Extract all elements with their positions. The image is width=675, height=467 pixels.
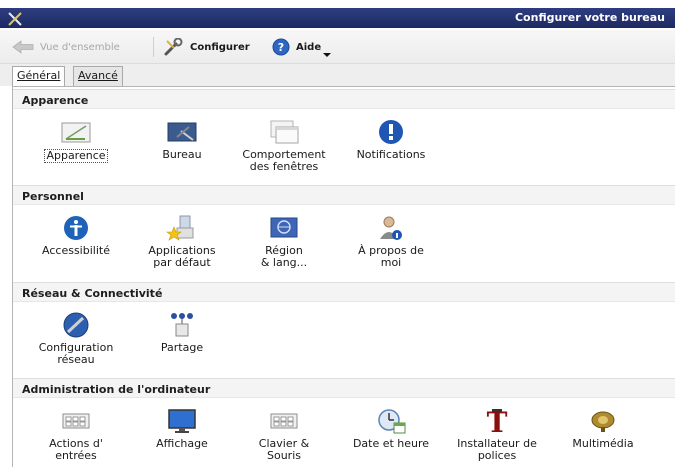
back-arrow-icon <box>12 40 34 54</box>
sharing-icon <box>171 313 193 337</box>
network-settings-icon <box>63 312 89 338</box>
font-installer-icon: T <box>487 406 508 436</box>
help-label: Aide <box>296 41 322 53</box>
module-font-installer-label: Installateur de polices <box>457 437 537 462</box>
tab-general[interactable]: Général <box>12 66 66 87</box>
notifications-icon <box>379 120 403 144</box>
section-personal: Personnel Accessibilité Applications par… <box>13 185 675 275</box>
wrench-screwdriver-icon <box>164 38 183 56</box>
region-language-icon <box>270 217 298 238</box>
windows-icon <box>270 120 299 144</box>
appearance-icon <box>61 122 91 143</box>
module-keyboard-mouse-label: Clavier & Souris <box>258 437 310 462</box>
accessibility-icon <box>64 216 88 240</box>
module-appearance[interactable]: Apparence <box>26 117 126 163</box>
module-sharing-label: Partage <box>160 341 204 354</box>
module-sharing[interactable]: Partage <box>132 310 232 354</box>
module-multimedia-label: Multimédia <box>572 437 634 450</box>
section-network: Réseau & Connectivité Configuration rése… <box>13 282 675 372</box>
overview-button[interactable]: Vue d'ensemble <box>12 38 120 56</box>
help-dropdown-arrow-icon[interactable] <box>323 53 331 57</box>
module-about-me-label: À propos de moi <box>358 244 424 269</box>
input-actions-icon <box>62 413 90 429</box>
module-input-actions-label: Actions d' entrées <box>49 437 103 462</box>
window-title: Configurer votre bureau <box>514 11 665 24</box>
tab-general-label: Général <box>17 69 61 82</box>
module-network-settings-label: Configuration réseau <box>38 341 114 366</box>
module-notifications[interactable]: Notifications <box>341 117 441 161</box>
module-about-me[interactable]: À propos de moi <box>341 213 441 269</box>
section-header: Administration de l'ordinateur <box>13 378 675 398</box>
section-header: Apparence <box>13 89 675 109</box>
module-region-language-label: Région & lang... <box>260 244 308 269</box>
module-default-applications-label: Applications par défaut <box>148 244 216 269</box>
module-accessibility[interactable]: Accessibilité <box>26 213 126 257</box>
title-bar-strip: Configurer votre bureau <box>0 8 675 28</box>
module-appearance-label: Apparence <box>44 149 108 163</box>
module-network-settings[interactable]: Configuration réseau <box>26 310 126 366</box>
toolbar-separator <box>153 37 154 57</box>
module-notifications-label: Notifications <box>356 148 426 161</box>
title-bar: Configurer votre bureau <box>0 0 675 30</box>
section-items: Configuration réseau Partage <box>13 302 675 372</box>
help-icon: ? <box>272 38 290 56</box>
help-button[interactable]: ? Aide <box>272 38 321 56</box>
module-desktop-label: Bureau <box>162 148 202 161</box>
module-default-applications[interactable]: Applications par défaut <box>132 213 232 269</box>
toolbar: Vue d'ensemble Configurer ? Aide <box>0 30 675 64</box>
module-accessibility-label: Accessibilité <box>42 244 110 257</box>
tab-bar: Général Avancé <box>0 64 675 87</box>
module-multimedia[interactable]: Multimédia <box>553 406 653 450</box>
overview-label: Vue d'ensemble <box>40 41 120 53</box>
section-items: Actions d' entrées Affichage Clavier & S… <box>13 398 675 467</box>
module-date-time-label: Date et heure <box>352 437 430 450</box>
section-header: Réseau & Connectivité <box>13 282 675 302</box>
module-input-actions[interactable]: Actions d' entrées <box>26 406 126 462</box>
about-me-icon <box>380 216 402 240</box>
module-region-language[interactable]: Région & lang... <box>234 213 334 269</box>
module-date-time[interactable]: Date et heure <box>341 406 441 450</box>
tab-advanced-label: Avancé <box>78 69 118 82</box>
configure-label: Configurer <box>190 41 250 53</box>
display-icon <box>168 409 196 433</box>
section-header: Personnel <box>13 185 675 205</box>
section-items: Accessibilité Applications par défaut Ré… <box>13 205 675 275</box>
tools-icon[interactable] <box>6 10 24 28</box>
module-window-behavior[interactable]: Comportement des fenêtres <box>234 117 334 173</box>
svg-text:?: ? <box>278 41 284 54</box>
section-appearance: Apparence Apparence Bureau Comportement … <box>13 89 675 179</box>
multimedia-icon <box>591 411 615 432</box>
section-system-administration: Administration de l'ordinateur Actions d… <box>13 378 675 467</box>
settings-content: Apparence Apparence Bureau Comportement … <box>12 86 675 467</box>
section-items: Apparence Bureau Comportement des fenêtr… <box>13 109 675 179</box>
keyboard-mouse-icon <box>270 413 298 429</box>
default-applications-icon <box>166 215 194 241</box>
desktop-icon <box>167 122 197 142</box>
module-window-behavior-label: Comportement des fenêtres <box>242 148 326 173</box>
module-keyboard-mouse[interactable]: Clavier & Souris <box>234 406 334 462</box>
module-font-installer[interactable]: T Installateur de polices <box>447 406 547 462</box>
date-time-icon <box>378 409 406 434</box>
module-desktop[interactable]: Bureau <box>132 117 232 161</box>
module-display[interactable]: Affichage <box>132 406 232 450</box>
tab-advanced[interactable]: Avancé <box>73 66 123 86</box>
module-display-label: Affichage <box>156 437 208 450</box>
configure-button[interactable]: Configurer <box>164 38 250 56</box>
